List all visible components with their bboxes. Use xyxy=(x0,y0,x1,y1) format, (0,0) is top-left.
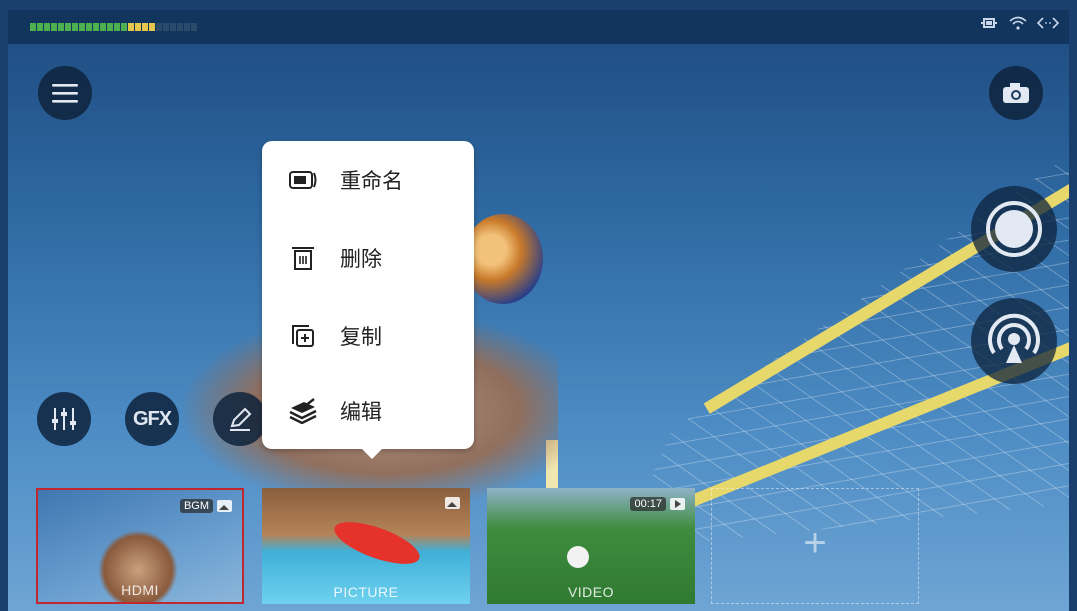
meter-segment xyxy=(93,23,99,31)
pencil-icon xyxy=(230,407,252,431)
edit-button[interactable] xyxy=(213,392,267,446)
menu-item-label: 编辑 xyxy=(340,401,382,424)
meter-segment xyxy=(128,23,134,31)
broadcast-icon xyxy=(988,313,1040,363)
camera-icon xyxy=(1003,83,1029,103)
meter-segment xyxy=(79,23,85,31)
snapshot-button[interactable] xyxy=(989,66,1043,120)
source-tile-picture[interactable]: PICTURE xyxy=(262,488,470,604)
source-label: VIDEO xyxy=(567,584,615,600)
meter-segment xyxy=(149,23,155,31)
battery-icon xyxy=(981,16,999,35)
menu-item-duplicate[interactable]: 复制 xyxy=(286,316,456,356)
sliders-icon xyxy=(52,408,76,430)
gfx-label: GFX xyxy=(132,407,172,430)
status-bar xyxy=(8,10,1069,44)
meter-segment xyxy=(135,23,141,31)
play-icon xyxy=(670,498,685,510)
duplicate-icon xyxy=(286,321,320,351)
meter-segment xyxy=(72,23,78,31)
menu-item-edit[interactable]: 编辑 xyxy=(286,391,456,431)
soccer-ball-preview xyxy=(567,546,589,568)
live-stream-button[interactable] xyxy=(971,298,1057,384)
menu-item-label: 重命名 xyxy=(340,170,403,193)
image-icon xyxy=(445,497,460,509)
menu-item-rename[interactable]: 重命名 xyxy=(286,160,456,200)
layers-edit-icon xyxy=(286,396,320,426)
record-icon xyxy=(986,201,1042,257)
meter-segment xyxy=(30,23,36,31)
meter-segment xyxy=(142,23,148,31)
hamburger-icon xyxy=(52,84,78,103)
source-label: HDMI xyxy=(121,582,159,598)
duration-badge: 00:17 xyxy=(630,497,666,511)
source-label: PICTURE xyxy=(333,584,399,600)
surfboard-preview xyxy=(329,513,425,573)
meter-segment xyxy=(51,23,57,31)
preview-canvas: GFX BGM HDMI PICTURE 00:17 VIDEO + xyxy=(8,10,1069,611)
picture-badge xyxy=(445,497,460,509)
meter-segment xyxy=(114,23,120,31)
meter-segment xyxy=(58,23,64,31)
rename-icon xyxy=(286,165,320,195)
gfx-button[interactable]: GFX xyxy=(125,392,179,446)
source-tile-video[interactable]: 00:17 VIDEO xyxy=(487,488,695,604)
meter-segment xyxy=(121,23,127,31)
meter-segment xyxy=(191,23,197,31)
image-icon xyxy=(217,500,232,512)
volleyball xyxy=(463,214,543,304)
bgm-badge: BGM xyxy=(179,499,213,513)
meter-segment xyxy=(156,23,162,31)
meter-segment xyxy=(163,23,169,31)
trash-icon xyxy=(286,243,320,273)
add-icon: + xyxy=(803,521,827,565)
meter-segment xyxy=(184,23,190,31)
record-button[interactable] xyxy=(971,186,1057,272)
menu-item-delete[interactable]: 删除 xyxy=(286,238,456,278)
menu-item-label: 删除 xyxy=(340,248,382,271)
meter-segment xyxy=(44,23,50,31)
meter-segment xyxy=(100,23,106,31)
source-context-menu: 重命名 删除 复制 编辑 xyxy=(262,141,474,459)
code-icon xyxy=(1036,16,1060,35)
meter-segment xyxy=(170,23,176,31)
status-icons xyxy=(981,16,1060,35)
meter-segment xyxy=(37,23,43,31)
video-badge: 00:17 xyxy=(630,497,685,511)
audio-level-meter xyxy=(30,23,197,31)
source-tile-hdmi[interactable]: BGM HDMI xyxy=(36,488,244,604)
wifi-icon xyxy=(1009,16,1027,35)
meter-segment xyxy=(107,23,113,31)
menu-item-label: 复制 xyxy=(340,326,382,349)
meter-segment xyxy=(177,23,183,31)
hdmi-badge: BGM xyxy=(179,499,232,513)
menu-button[interactable] xyxy=(38,66,92,120)
audio-mixer-button[interactable] xyxy=(37,392,91,446)
meter-segment xyxy=(86,23,92,31)
meter-segment xyxy=(65,23,71,31)
add-source-tile[interactable]: + xyxy=(711,488,919,604)
